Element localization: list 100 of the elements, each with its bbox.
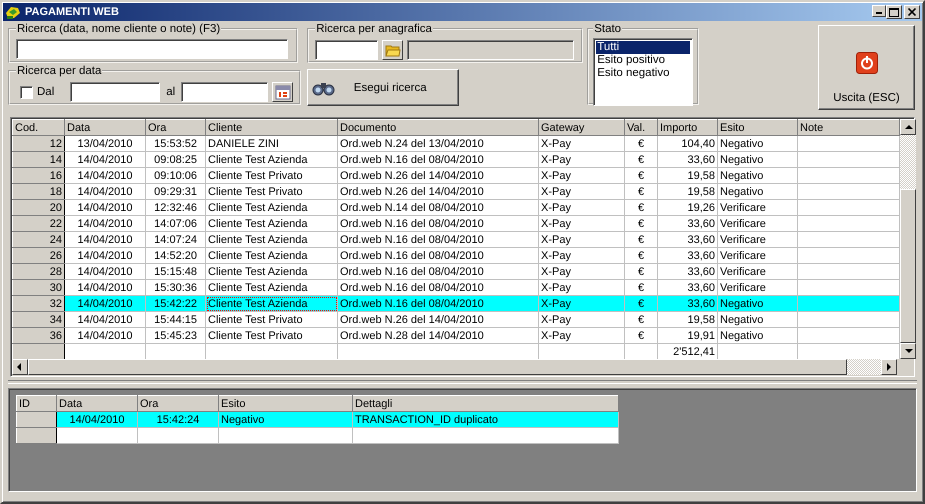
table-cell: € (624, 168, 658, 184)
table-cell: X-Pay (538, 328, 624, 344)
row-header: 26 (12, 248, 64, 264)
column-header[interactable]: ID (16, 396, 56, 412)
table-cell: Ord.web N.16 del 08/04/2010 (338, 216, 538, 232)
table-cell: Verificare (718, 264, 798, 280)
table-cell: Cliente Test Privato (206, 184, 338, 200)
table-cell: Cliente Test Azienda (206, 296, 338, 312)
group-label: Ricerca per anagrafica (315, 23, 433, 35)
table-cell: € (624, 200, 658, 216)
table-cell: X-Pay (538, 200, 624, 216)
table-cell: € (624, 328, 658, 344)
table-cell: 14/04/2010 (64, 216, 146, 232)
scroll-thumb[interactable] (900, 189, 916, 343)
vertical-scrollbar[interactable] (900, 119, 916, 359)
column-header[interactable]: Note (798, 120, 900, 136)
row-header: 24 (12, 232, 64, 248)
table-cell: 14/04/2010 (64, 184, 146, 200)
row-header: 20 (12, 200, 64, 216)
table-cell: X-Pay (538, 296, 624, 312)
table-cell: Negativo (718, 312, 798, 328)
table-cell: 14:07:24 (146, 232, 206, 248)
column-header[interactable]: Ora (138, 396, 218, 412)
table-cell: Ord.web N.16 del 08/04/2010 (338, 232, 538, 248)
power-icon (856, 52, 878, 74)
group-label: Stato (593, 23, 622, 35)
scroll-up-button[interactable] (900, 119, 916, 135)
browse-button[interactable] (382, 40, 404, 60)
minimize-button[interactable] (872, 5, 886, 17)
exit-button[interactable]: Uscita (ESC) (818, 25, 915, 110)
list-item[interactable]: Esito positivo (596, 54, 690, 67)
maximize-icon (889, 8, 899, 16)
table-cell: X-Pay (538, 168, 624, 184)
column-header[interactable]: Importo (658, 120, 718, 136)
table-cell: 15:42:24 (138, 412, 218, 428)
column-header[interactable]: Esito (718, 120, 798, 136)
table-cell: X-Pay (538, 184, 624, 200)
search-button[interactable]: Esegui ricerca (307, 69, 460, 106)
calendar-button[interactable] (272, 82, 294, 102)
checkbox[interactable] (20, 86, 33, 98)
table-cell: DANIELE ZINI (206, 136, 338, 152)
row-header: 12 (12, 136, 64, 152)
table-cell: 15:42:22 (146, 296, 206, 312)
scroll-down-button[interactable] (900, 343, 916, 359)
search-field[interactable] (16, 39, 288, 59)
table-cell: Verificare (718, 216, 798, 232)
code-field[interactable] (315, 40, 378, 60)
table-cell: X-Pay (538, 264, 624, 280)
column-header[interactable]: Cliente (206, 120, 338, 136)
table-cell: 14/04/2010 (64, 232, 146, 248)
table-cell: € (624, 312, 658, 328)
table-cell: Negativo (718, 136, 798, 152)
app-icon (5, 4, 21, 20)
table-cell: Cliente Test Azienda (206, 216, 338, 232)
table-cell: Cliente Test Azienda (206, 264, 338, 280)
row-header: 14 (12, 152, 64, 168)
column-header[interactable]: Gateway (538, 120, 624, 136)
table-cell: 14/04/2010 (64, 152, 146, 168)
column-header[interactable]: Documento (338, 120, 538, 136)
date-field[interactable] (70, 82, 160, 102)
table-cell: 33,60 (658, 232, 718, 248)
table-cell: Negativo (718, 296, 798, 312)
table-cell: € (624, 136, 658, 152)
table-cell: 33,60 (658, 152, 718, 168)
table-cell: € (624, 184, 658, 200)
scroll-left-button[interactable] (12, 359, 28, 375)
table-cell: 09:29:31 (146, 184, 206, 200)
table-cell: Negativo (718, 168, 798, 184)
group-label: Ricerca per data (16, 65, 102, 77)
column-header[interactable]: Ora (146, 120, 206, 136)
table-cell: X-Pay (538, 152, 624, 168)
row-header: 16 (12, 168, 64, 184)
list-item[interactable]: Esito negativo (596, 67, 690, 80)
table-cell: Negativo (718, 152, 798, 168)
list-item[interactable]: Tutti (596, 41, 690, 54)
table-cell: 09:10:06 (146, 168, 206, 184)
table-cell: Ord.web N.24 del 13/04/2010 (338, 136, 538, 152)
table-cell: Ord.web N.26 del 14/04/2010 (338, 312, 538, 328)
table-cell: 14/04/2010 (64, 200, 146, 216)
table-cell: 19,58 (658, 312, 718, 328)
checkbox-label: Dal (37, 86, 54, 98)
table-cell: 14/04/2010 (64, 168, 146, 184)
date-field[interactable] (181, 82, 268, 102)
column-header[interactable]: Esito (218, 396, 352, 412)
close-button[interactable] (904, 5, 920, 19)
table-cell: 12:32:46 (146, 200, 206, 216)
column-header[interactable]: Data (56, 396, 138, 412)
column-header[interactable]: Dettagli (352, 396, 618, 412)
table-cell: X-Pay (538, 312, 624, 328)
row-header: 22 (12, 216, 64, 232)
column-header[interactable]: Val. (624, 120, 658, 136)
table-cell: Ord.web N.26 del 14/04/2010 (338, 184, 538, 200)
table-cell: Cliente Test Azienda (206, 152, 338, 168)
column-header[interactable]: Data (64, 120, 146, 136)
row-header: 18 (12, 184, 64, 200)
maximize-button[interactable] (886, 5, 902, 19)
column-header[interactable]: Cod. (12, 120, 64, 136)
table-cell: Verificare (718, 248, 798, 264)
table-cell: X-Pay (538, 136, 624, 152)
scroll-right-button[interactable] (881, 359, 897, 375)
